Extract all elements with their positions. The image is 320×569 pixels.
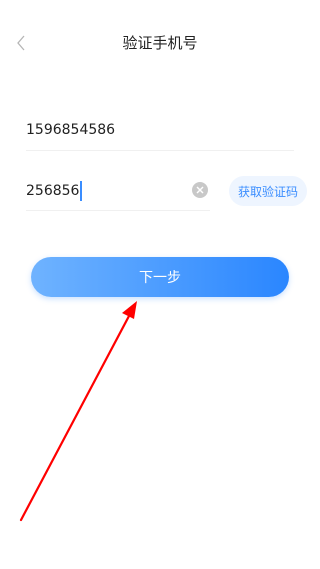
page-title: 验证手机号 [122, 34, 198, 52]
next-step-button[interactable]: 下一步 [31, 257, 289, 297]
text-caret [80, 181, 82, 201]
annotation-arrow-head [122, 301, 137, 319]
clear-code-button[interactable] [192, 182, 208, 198]
annotation-arrow-line [19, 314, 131, 522]
top-bar: 验证手机号 [0, 0, 320, 86]
phone-field-row [26, 110, 294, 151]
phone-input[interactable] [26, 118, 286, 142]
verification-code-input[interactable] [26, 179, 186, 203]
code-field-row [26, 170, 210, 211]
clear-circle-icon [196, 186, 204, 194]
get-verification-code-button[interactable]: 获取验证码 [229, 176, 307, 206]
